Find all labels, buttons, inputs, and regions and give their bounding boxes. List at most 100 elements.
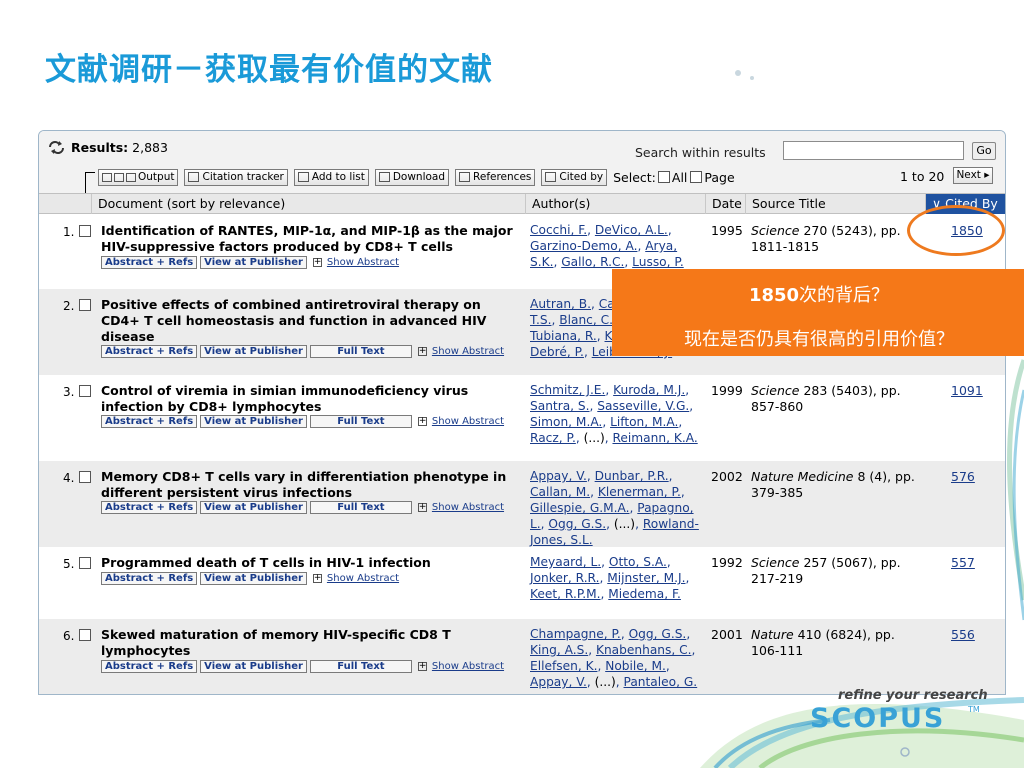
view-publisher-button[interactable]: View at Publisher xyxy=(200,660,307,673)
trademark-mark: TM xyxy=(968,705,980,714)
full-text-button[interactable]: Full Text xyxy=(309,415,412,428)
abstract-refs-button[interactable]: Abstract + Refs xyxy=(101,256,198,269)
expand-icon[interactable]: + xyxy=(417,662,427,671)
row-checkbox[interactable] xyxy=(79,225,91,237)
document-title[interactable]: Skewed maturation of memory HIV-specific… xyxy=(101,627,523,659)
author-link[interactable]: King, A.S. xyxy=(530,643,588,657)
author-link[interactable]: Pantaleo, G. xyxy=(624,675,698,689)
author-link[interactable]: Racz, P. xyxy=(530,431,576,445)
output-button[interactable]: Output xyxy=(98,168,179,186)
col-date[interactable]: Date xyxy=(705,194,745,214)
download-button[interactable]: Download xyxy=(374,168,450,186)
go-button[interactable]: Go xyxy=(972,142,996,160)
authors-list: Meyaard, L., Otto, S.A., Jonker, R.R., M… xyxy=(530,555,690,601)
abstract-refs-button[interactable]: Abstract + Refs xyxy=(101,501,198,514)
show-abstract-link[interactable]: Show Abstract xyxy=(327,573,399,584)
show-abstract-link[interactable]: Show Abstract xyxy=(432,502,504,513)
expand-icon[interactable]: + xyxy=(312,258,322,267)
cited-by-count[interactable]: 556 xyxy=(951,627,975,642)
col-authors[interactable]: Author(s) xyxy=(525,194,705,214)
abstract-refs-button[interactable]: Abstract + Refs xyxy=(101,572,198,585)
show-abstract-link[interactable]: Show Abstract xyxy=(432,346,504,357)
author-link[interactable]: Lifton, M.A. xyxy=(610,415,678,429)
citation-tracker-button[interactable]: Citation tracker xyxy=(184,168,288,186)
author-link[interactable]: Garzino-Demo, A. xyxy=(530,239,637,253)
view-publisher-button[interactable]: View at Publisher xyxy=(200,415,307,428)
author-link[interactable]: Otto, S.A. xyxy=(609,555,667,569)
document-title[interactable]: Memory CD8+ T cells vary in differentiat… xyxy=(101,469,523,501)
select-all-checkbox[interactable] xyxy=(657,171,670,183)
abstract-refs-button[interactable]: Abstract + Refs xyxy=(101,415,198,428)
author-link[interactable]: Gallo, R.C. xyxy=(561,255,624,269)
cited-by-count[interactable]: 1091 xyxy=(951,383,983,398)
show-abstract-link[interactable]: Show Abstract xyxy=(432,416,504,427)
author-link[interactable]: Ogg, G.S. xyxy=(629,627,687,641)
author-link[interactable]: Miedema, F. xyxy=(608,587,681,601)
document-title[interactable]: Programmed death of T cells in HIV-1 inf… xyxy=(101,555,523,571)
expand-icon[interactable]: + xyxy=(312,574,322,583)
full-text-button[interactable]: Full Text xyxy=(309,501,412,514)
authors-list: Champagne, P., Ogg, G.S., King, A.S., Kn… xyxy=(530,627,698,689)
row-checkbox[interactable] xyxy=(79,299,91,311)
col-source-title[interactable]: Source Title xyxy=(745,194,925,214)
cited-by-count[interactable]: 557 xyxy=(951,555,975,570)
references-button[interactable]: References xyxy=(455,168,536,186)
author-link[interactable]: Sasseville, V.G. xyxy=(597,399,689,413)
document-title[interactable]: Positive effects of combined antiretrovi… xyxy=(101,297,523,345)
author-link[interactable]: Ogg, G.S. xyxy=(548,517,606,531)
expand-icon[interactable]: + xyxy=(417,503,427,512)
author-link[interactable]: Appay, V. xyxy=(530,675,587,689)
author-link[interactable]: DeVico, A.L. xyxy=(595,223,668,237)
author-link[interactable]: Schmitz, J.E. xyxy=(530,383,605,397)
author-link[interactable]: Knabenhans, C. xyxy=(596,643,692,657)
view-publisher-button[interactable]: View at Publisher xyxy=(200,345,307,358)
author-link[interactable]: Meyaard, L. xyxy=(530,555,601,569)
view-publisher-button[interactable]: View at Publisher xyxy=(200,501,307,514)
author-link[interactable]: Dunbar, P.R. xyxy=(595,469,669,483)
author-link[interactable]: Reimann, K.A. xyxy=(612,431,697,445)
expand-icon[interactable]: + xyxy=(417,347,427,356)
author-link[interactable]: Gillespie, G.M.A. xyxy=(530,501,630,515)
author-link[interactable]: Tubiana, R. xyxy=(530,329,597,343)
author-link[interactable]: Klenerman, P. xyxy=(598,485,681,499)
abstract-refs-button[interactable]: Abstract + Refs xyxy=(101,345,198,358)
select-page-checkbox[interactable] xyxy=(690,171,703,183)
author-link[interactable]: Simon, M.A. xyxy=(530,415,602,429)
search-within-input[interactable] xyxy=(783,141,964,160)
author-link[interactable]: Santra, S. xyxy=(530,399,590,413)
author-link[interactable]: Appay, V. xyxy=(530,469,587,483)
cited-by-button[interactable]: Cited by xyxy=(541,168,608,186)
show-abstract-link[interactable]: Show Abstract xyxy=(327,257,399,268)
author-link[interactable]: Kuroda, M.J. xyxy=(613,383,685,397)
col-document[interactable]: Document (sort by relevance) xyxy=(91,194,525,214)
author-link[interactable]: Blanc, C. xyxy=(559,313,613,327)
view-publisher-button[interactable]: View at Publisher xyxy=(200,256,307,269)
show-abstract-link[interactable]: Show Abstract xyxy=(432,661,504,672)
add-to-list-button[interactable]: Add to list xyxy=(293,168,369,186)
view-publisher-button[interactable]: View at Publisher xyxy=(200,572,307,585)
author-link[interactable]: Autran, B. xyxy=(530,297,591,311)
author-link[interactable]: Champagne, P. xyxy=(530,627,621,641)
author-link[interactable]: Mijnster, M.J. xyxy=(607,571,685,585)
author-link[interactable]: Keet, R.P.M. xyxy=(530,587,601,601)
abstract-refs-button[interactable]: Abstract + Refs xyxy=(101,660,198,673)
author-link[interactable]: Nobile, M. xyxy=(605,659,666,673)
row-checkbox[interactable] xyxy=(79,471,91,483)
cited-by-count[interactable]: 576 xyxy=(951,469,975,484)
expand-icon[interactable]: + xyxy=(417,417,427,426)
author-link[interactable]: Jonker, R.R. xyxy=(530,571,599,585)
document-title[interactable]: Control of viremia in simian immunodefic… xyxy=(101,383,523,415)
callout-line-1: 1850次的背后？ xyxy=(748,285,890,306)
next-page-button[interactable]: Next ▸ xyxy=(953,167,993,184)
author-link[interactable]: Debré, P. xyxy=(530,345,584,359)
document-title[interactable]: Identification of RANTES, MIP-1α, and MI… xyxy=(101,223,523,255)
author-link[interactable]: Callan, M. xyxy=(530,485,590,499)
row-checkbox[interactable] xyxy=(79,629,91,641)
full-text-button[interactable]: Full Text xyxy=(309,660,412,673)
author-link[interactable]: Cocchi, F. xyxy=(530,223,587,237)
row-checkbox[interactable] xyxy=(79,385,91,397)
author-link[interactable]: Lusso, P. xyxy=(632,255,684,269)
full-text-button[interactable]: Full Text xyxy=(309,345,412,358)
author-link[interactable]: Ellefsen, K. xyxy=(530,659,597,673)
row-checkbox[interactable] xyxy=(79,557,91,569)
